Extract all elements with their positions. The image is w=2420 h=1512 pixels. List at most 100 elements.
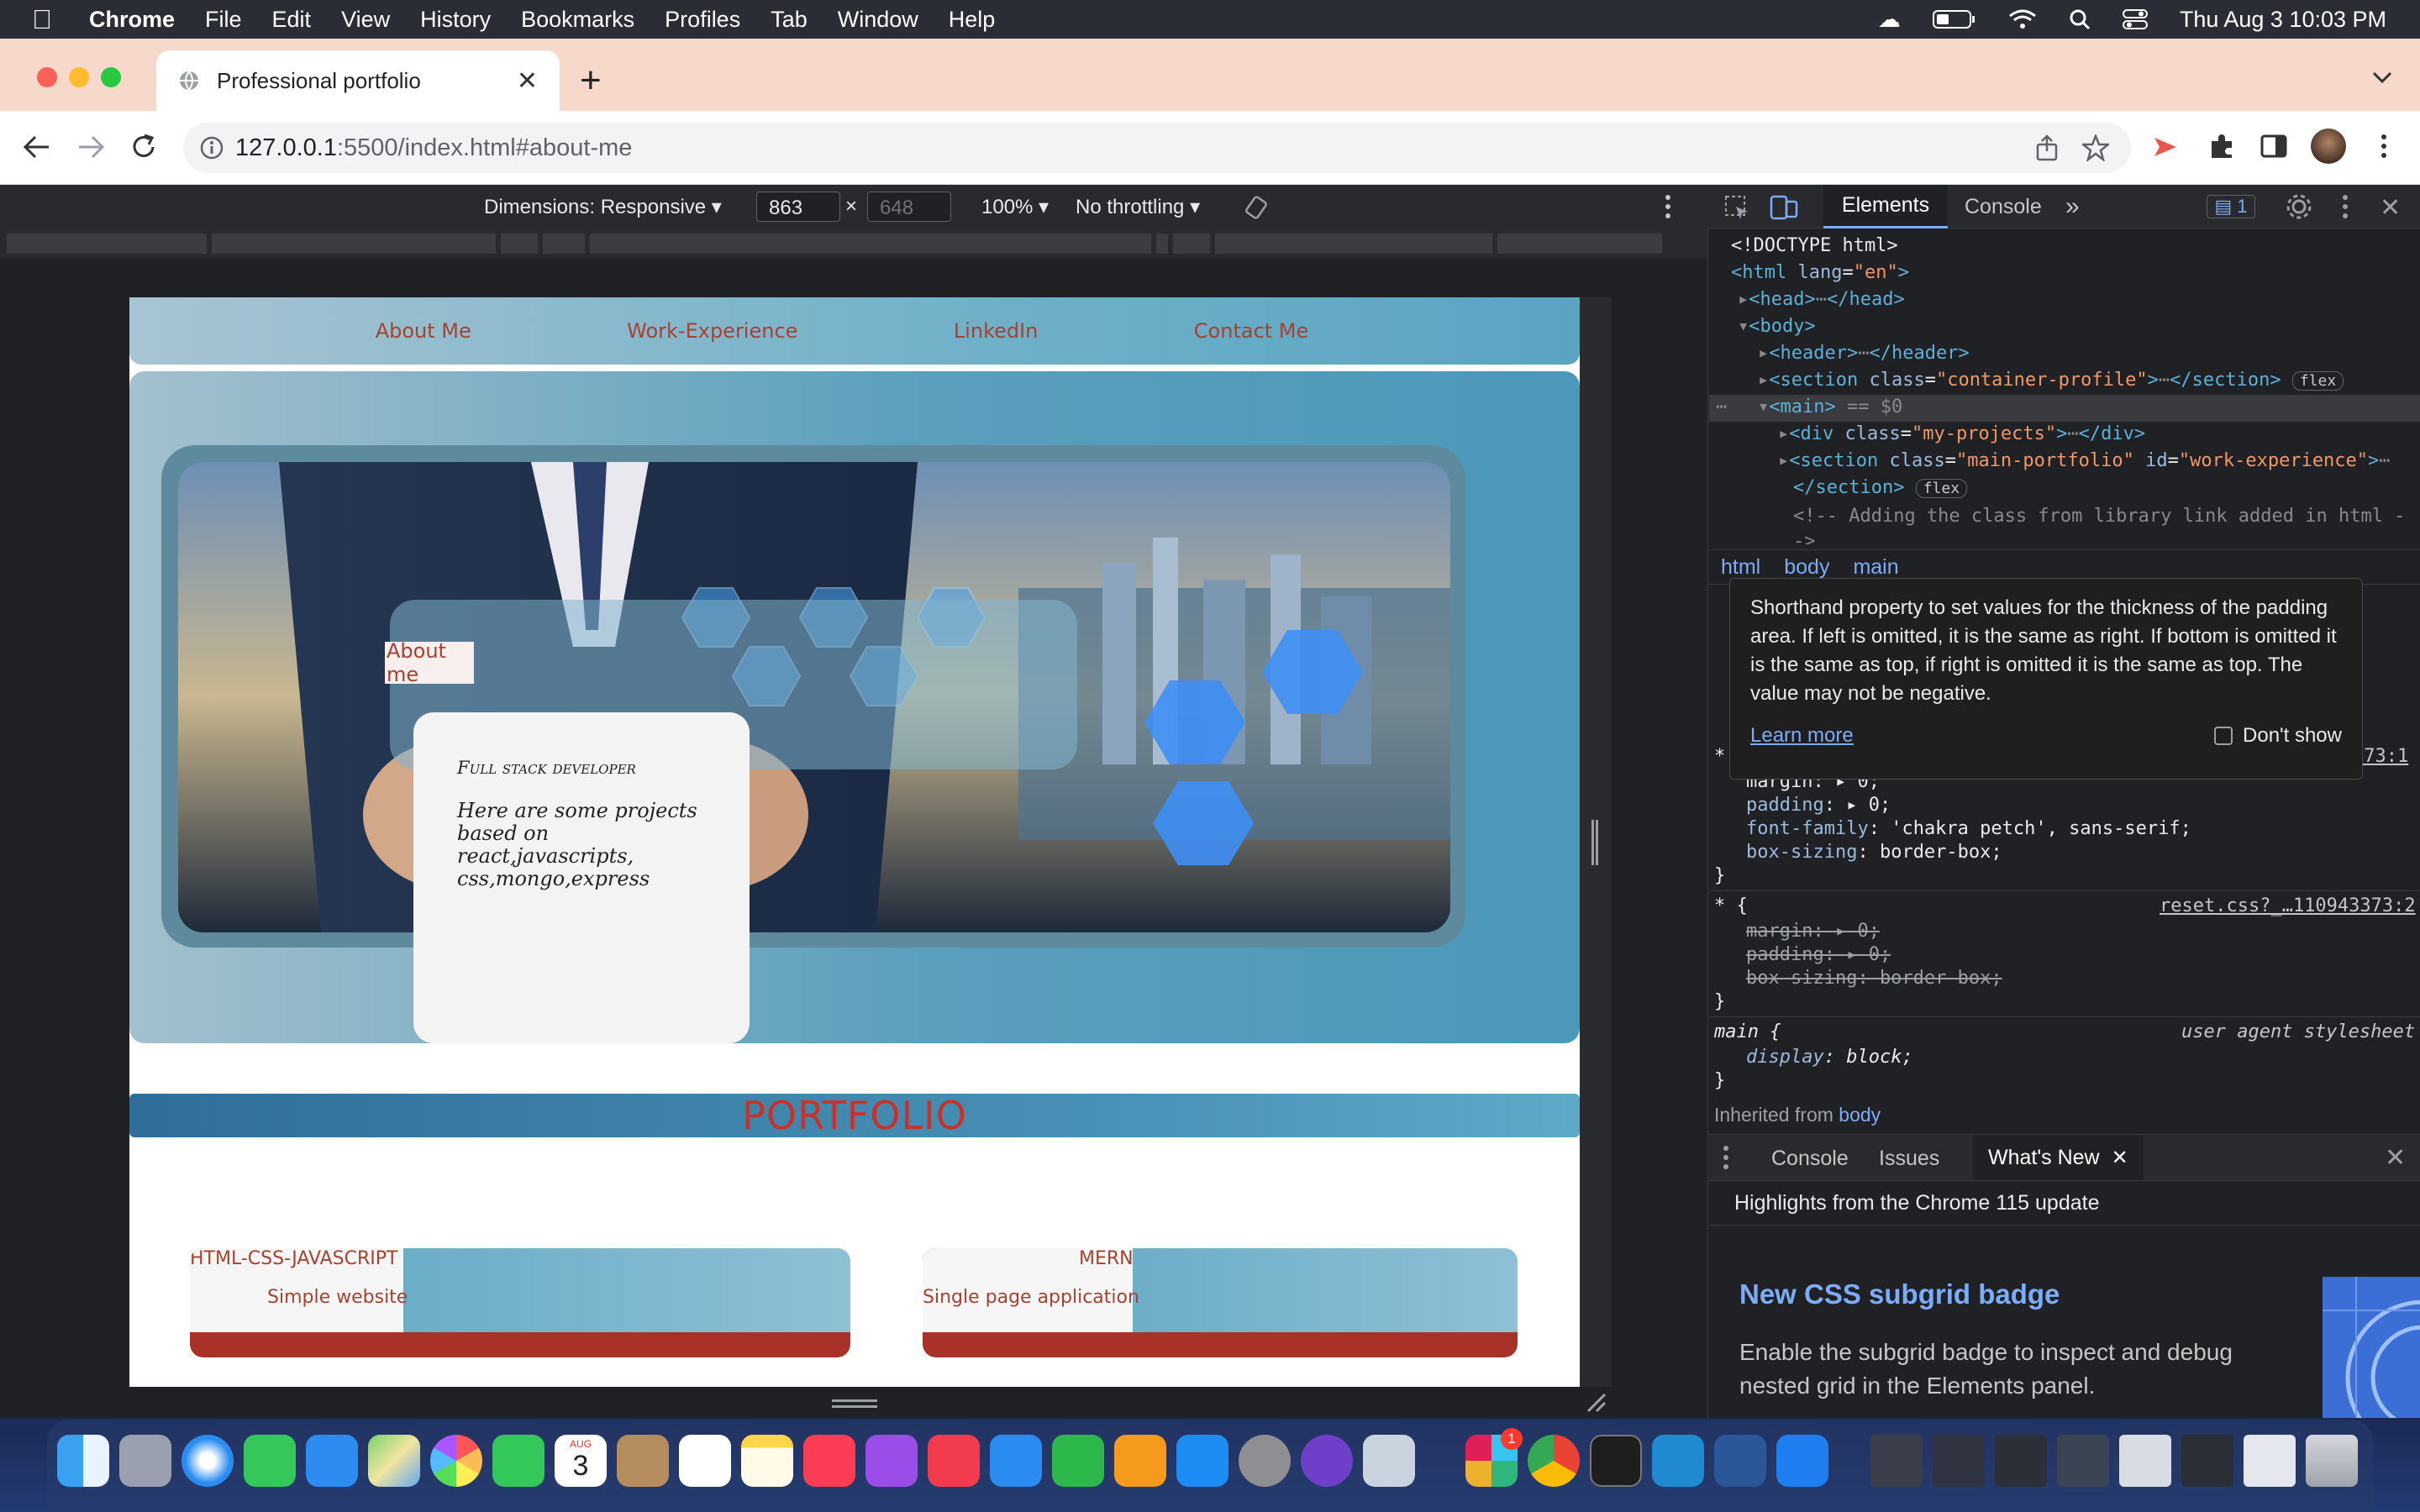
rule1-box-sizing[interactable]: box-sizing: border-box; bbox=[1746, 842, 2002, 863]
spotlight-search-icon[interactable] bbox=[2069, 8, 2091, 30]
new-tab-button[interactable]: + bbox=[580, 62, 602, 99]
learn-more-link[interactable]: Learn more bbox=[1750, 722, 1854, 750]
dom-doctype[interactable]: <!DOCTYPE html> bbox=[1731, 235, 1898, 256]
resize-corner-icon[interactable] bbox=[1585, 1391, 1607, 1413]
dom-section2-close[interactable]: </section> flex bbox=[1793, 477, 1968, 498]
site-info-icon[interactable] bbox=[200, 136, 224, 160]
recent-window-3[interactable] bbox=[1995, 1435, 2047, 1487]
bluetooth-icon[interactable] bbox=[1776, 1435, 1828, 1487]
photos-icon[interactable] bbox=[430, 1435, 482, 1487]
menu-profiles[interactable]: Profiles bbox=[665, 7, 740, 33]
notes-icon[interactable] bbox=[741, 1435, 793, 1487]
recent-window-5[interactable] bbox=[2119, 1435, 2171, 1487]
throttling-dropdown[interactable]: No throttling ▾ bbox=[1076, 195, 1200, 219]
maps-icon[interactable] bbox=[368, 1435, 420, 1487]
settings-gear-icon[interactable] bbox=[2286, 193, 2312, 220]
tab-close-icon[interactable]: ✕ bbox=[517, 66, 538, 96]
reminders-icon[interactable] bbox=[679, 1435, 731, 1487]
rule2-box-sizing[interactable]: box-sizing: border-box; bbox=[1746, 968, 2002, 989]
menu-view[interactable]: View bbox=[341, 7, 390, 33]
facetime-icon[interactable] bbox=[492, 1435, 544, 1487]
dom-html-node[interactable]: <html lang="en"> bbox=[1731, 262, 1909, 283]
calendar-icon[interactable]: AUG 3 bbox=[555, 1435, 607, 1487]
feature-thumbnail[interactable] bbox=[2323, 1277, 2420, 1418]
dom-div-node[interactable]: ▸<div class="my-projects">⋯</div> bbox=[1778, 423, 2145, 444]
flex-badge[interactable]: flex bbox=[2291, 371, 2344, 391]
height-input[interactable]: 648 bbox=[867, 192, 951, 222]
rule1-padding[interactable]: padding: ▸ 0; bbox=[1746, 795, 1891, 816]
menu-edit[interactable]: Edit bbox=[272, 7, 312, 33]
messages-icon[interactable] bbox=[244, 1435, 296, 1487]
dom-section2-node[interactable]: ▸<section class="main-portfolio" id="wor… bbox=[1778, 450, 2391, 471]
width-input[interactable]: 863 bbox=[756, 192, 840, 222]
mail-icon[interactable] bbox=[306, 1435, 358, 1487]
drawer-tab-console[interactable]: Console bbox=[1771, 1147, 1849, 1171]
rule3-display[interactable]: display: block; bbox=[1746, 1047, 1913, 1068]
menu-app-name[interactable]: Chrome bbox=[89, 7, 175, 33]
rule2-margin[interactable]: margin: ▸ 0; bbox=[1746, 921, 1880, 942]
dom-main-node[interactable]: ▾<main> == $0 bbox=[1758, 396, 1902, 417]
menu-file[interactable]: File bbox=[205, 7, 242, 33]
bookmark-star-icon[interactable] bbox=[2082, 134, 2109, 161]
safari-icon[interactable] bbox=[182, 1435, 234, 1487]
drawer-tab-whats-new[interactable]: What's New ✕ bbox=[1973, 1135, 2144, 1180]
breadcrumb-main[interactable]: main bbox=[1853, 555, 1898, 580]
apple-menu-icon[interactable]:  bbox=[32, 4, 52, 35]
recent-window-7[interactable] bbox=[2244, 1435, 2296, 1487]
trash-icon[interactable] bbox=[2306, 1435, 2358, 1487]
menu-tab[interactable]: Tab bbox=[771, 7, 808, 33]
resize-handle-bottom[interactable] bbox=[832, 1399, 877, 1408]
recent-window-6[interactable] bbox=[2181, 1435, 2233, 1487]
media-query-ruler[interactable] bbox=[0, 228, 1707, 259]
feature-title-link[interactable]: New CSS subgrid badge bbox=[1739, 1278, 2060, 1310]
window-zoom-button[interactable] bbox=[101, 67, 121, 87]
chrome-icon[interactable] bbox=[1528, 1435, 1580, 1487]
control-center-icon[interactable] bbox=[2122, 8, 2148, 30]
app-store-icon[interactable] bbox=[1176, 1435, 1228, 1487]
drawer-tab-issues[interactable]: Issues bbox=[1879, 1147, 1939, 1171]
resize-handle-right[interactable] bbox=[1591, 820, 1598, 865]
tab-console[interactable]: Console bbox=[1965, 185, 2042, 228]
devtools-more-icon[interactable] bbox=[2341, 193, 2349, 220]
device-toolbar-more-icon[interactable] bbox=[1664, 193, 1672, 220]
vscode-icon[interactable] bbox=[1652, 1435, 1704, 1487]
dom-row-menu-icon[interactable]: ⋯ bbox=[1716, 396, 1727, 417]
system-settings-icon[interactable] bbox=[1239, 1435, 1291, 1487]
issues-badge[interactable]: ▤ 1 bbox=[2207, 195, 2255, 218]
rule2-selector[interactable]: * { bbox=[1714, 895, 1748, 916]
numbers-icon[interactable] bbox=[1052, 1435, 1104, 1487]
menu-clock[interactable]: Thu Aug 3 10:03 PM bbox=[2180, 7, 2386, 33]
dom-body-node[interactable]: ▾<body> bbox=[1738, 316, 1816, 337]
battery-icon[interactable] bbox=[1932, 8, 1976, 30]
podcasts-icon[interactable] bbox=[865, 1435, 918, 1487]
more-tabs-icon[interactable]: » bbox=[2065, 185, 2080, 228]
window-close-button[interactable] bbox=[37, 67, 57, 87]
dimensions-dropdown[interactable]: Dimensions: Responsive ▾ bbox=[484, 195, 722, 219]
tab-elements[interactable]: Elements bbox=[1823, 185, 1948, 228]
nav-work-experience[interactable]: Work-Experience bbox=[627, 319, 797, 343]
nav-linkedin[interactable]: LinkedIn bbox=[954, 319, 1039, 343]
recent-window-4[interactable] bbox=[2057, 1435, 2109, 1487]
rotate-icon[interactable] bbox=[1242, 193, 1270, 222]
zoom-dropdown[interactable]: 100% ▾ bbox=[981, 195, 1049, 219]
menu-window[interactable]: Window bbox=[838, 7, 918, 33]
launchpad-icon[interactable] bbox=[119, 1435, 171, 1487]
tab-search-chevron-icon[interactable] bbox=[2371, 71, 2393, 86]
device-toggle-icon[interactable] bbox=[1770, 193, 1798, 220]
dom-header-node[interactable]: ▸<header>⋯</header> bbox=[1758, 343, 1970, 364]
devtools-close-icon[interactable]: ✕ bbox=[2380, 193, 2401, 223]
drawer-menu-icon[interactable] bbox=[1723, 1145, 1729, 1170]
news-icon[interactable] bbox=[928, 1435, 980, 1487]
github-desktop-icon[interactable] bbox=[1301, 1435, 1353, 1487]
music-icon[interactable] bbox=[803, 1435, 855, 1487]
breadcrumb-body[interactable]: body bbox=[1784, 555, 1829, 580]
pages-icon[interactable] bbox=[1114, 1435, 1166, 1487]
icloud-sync-icon[interactable]: ☁ bbox=[1878, 7, 1901, 33]
cast-extension-icon[interactable] bbox=[2151, 134, 2180, 160]
rule3-selector[interactable]: main { bbox=[1714, 1021, 1781, 1042]
chrome-menu-icon[interactable] bbox=[2380, 133, 2388, 160]
project-card[interactable]: MERN Single page application bbox=[923, 1248, 1518, 1357]
profile-avatar[interactable] bbox=[2311, 129, 2346, 164]
side-panel-icon[interactable] bbox=[2260, 134, 2287, 158]
word-icon[interactable] bbox=[1714, 1435, 1766, 1487]
